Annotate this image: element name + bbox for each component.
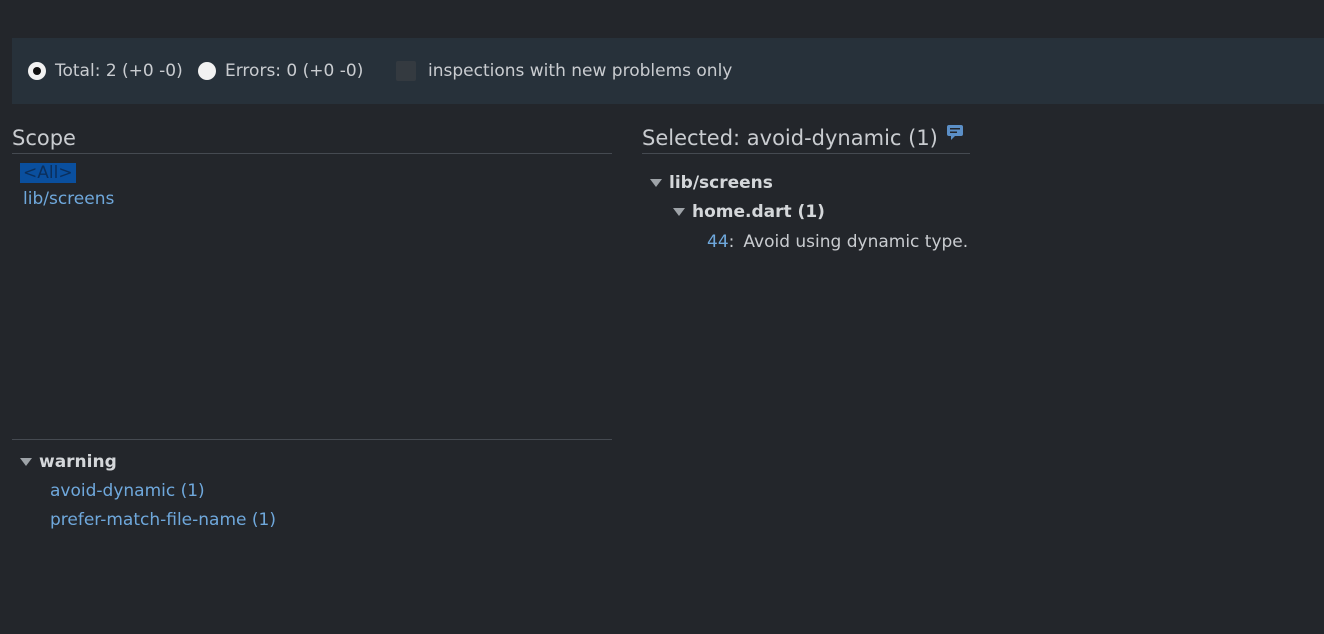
file-label: home.dart (1): [692, 202, 825, 222]
total-radio-button[interactable]: [28, 62, 46, 80]
errors-radio-option[interactable]: Errors: 0 (+0 -0): [198, 38, 363, 104]
triangle-down-icon: [650, 179, 662, 187]
severity-divider: [12, 439, 612, 440]
problem-row: 44 : Avoid using dynamic type.: [707, 232, 968, 252]
severity-group-warning[interactable]: warning: [20, 452, 117, 472]
line-number-link[interactable]: 44: [707, 232, 729, 252]
errors-radio-button[interactable]: [198, 62, 216, 80]
triangle-down-icon: [20, 458, 32, 466]
scope-divider: [12, 153, 612, 154]
scope-item-all[interactable]: <All>: [20, 163, 76, 183]
filter-toolbar: Total: 2 (+0 -0) Errors: 0 (+0 -0) inspe…: [12, 38, 1324, 104]
scope-title: Scope: [12, 126, 76, 150]
total-radio-option[interactable]: Total: 2 (+0 -0): [28, 38, 183, 104]
total-label: Total: 2 (+0 -0): [55, 61, 183, 81]
folder-node[interactable]: lib/screens: [650, 173, 773, 193]
rule-item-avoid-dynamic[interactable]: avoid-dynamic (1): [50, 481, 205, 501]
rule-item-prefer-match-file-name[interactable]: prefer-match-file-name (1): [50, 510, 276, 530]
problem-message: Avoid using dynamic type.: [743, 232, 969, 252]
selected-divider: [642, 153, 970, 154]
errors-label: Errors: 0 (+0 -0): [225, 61, 364, 81]
new-problems-option[interactable]: inspections with new problems only: [396, 38, 732, 104]
new-problems-label: inspections with new problems only: [428, 61, 733, 81]
line-separator: :: [728, 232, 735, 252]
comment-icon[interactable]: [946, 124, 964, 142]
new-problems-checkbox[interactable]: [396, 61, 416, 81]
selected-title: Selected: avoid-dynamic (1): [642, 126, 938, 150]
file-node[interactable]: home.dart (1): [673, 202, 825, 222]
scope-item-lib-screens[interactable]: lib/screens: [23, 189, 114, 209]
severity-group-label: warning: [39, 452, 117, 472]
triangle-down-icon: [673, 208, 685, 216]
folder-label: lib/screens: [669, 173, 773, 193]
